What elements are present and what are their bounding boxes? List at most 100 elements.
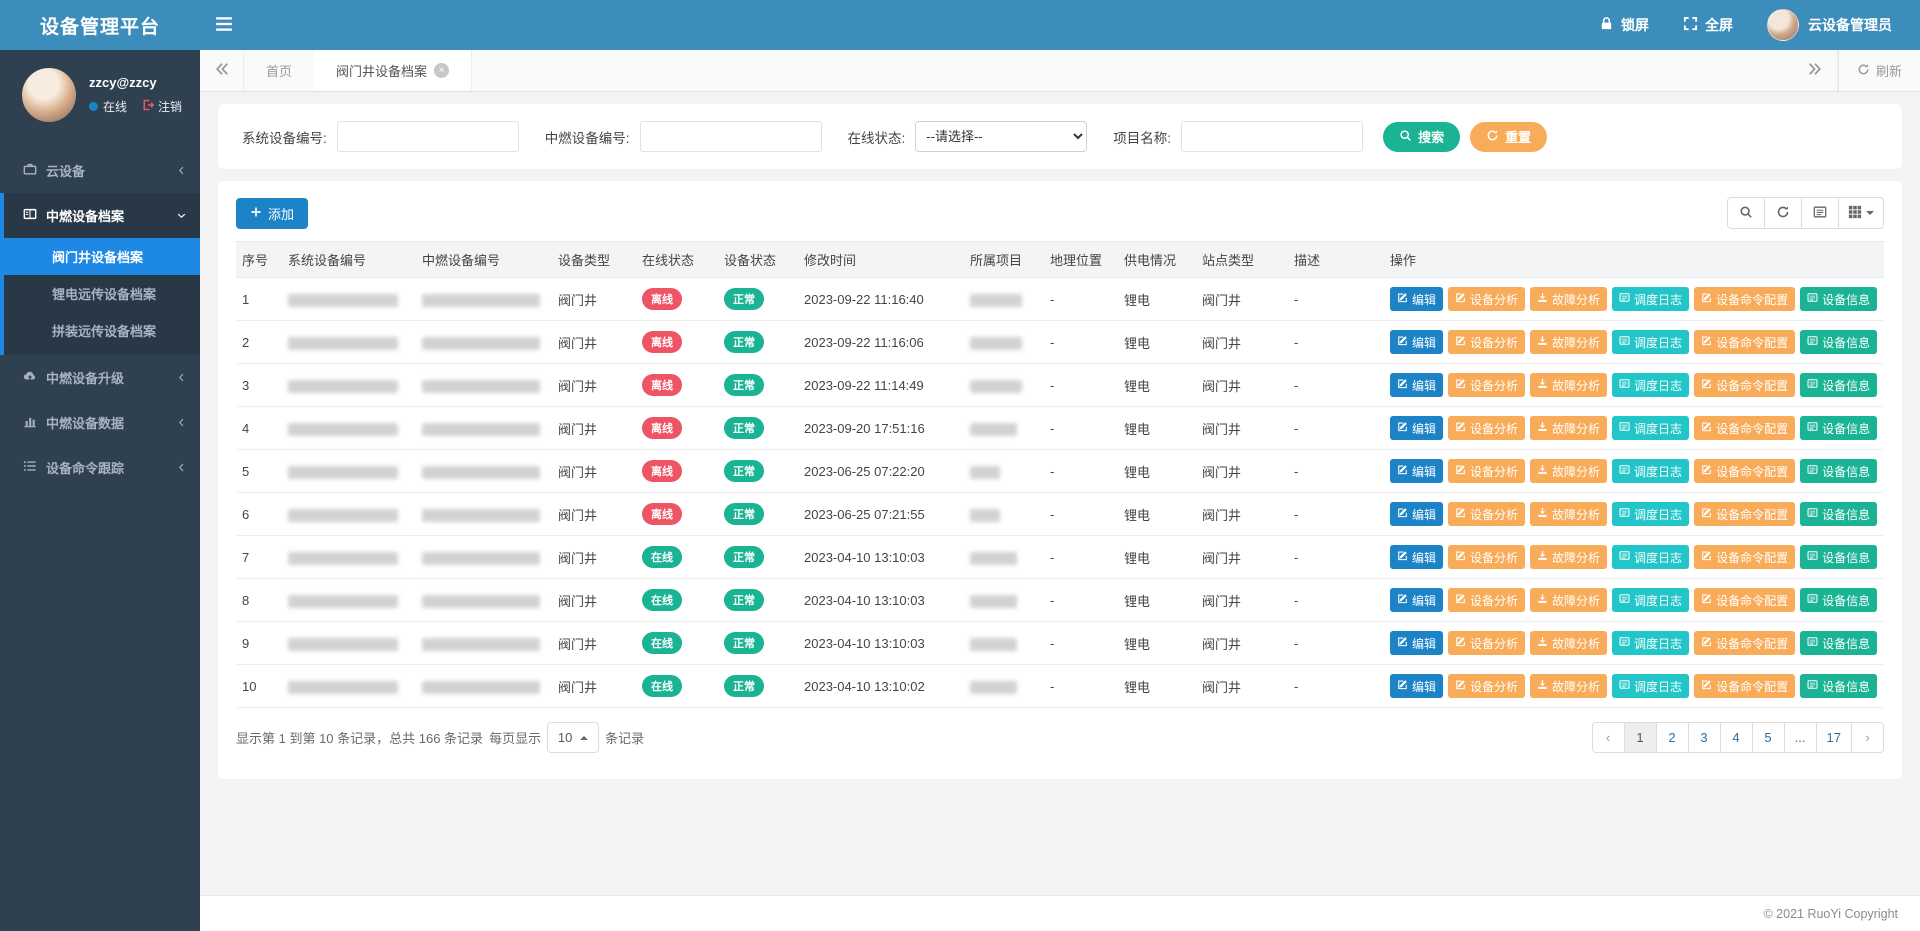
row-action-5[interactable]: 设备信息 — [1800, 674, 1877, 698]
sidebar-item-link-3[interactable]: 中燃设备数据 — [0, 400, 200, 445]
row-action-2[interactable]: 故障分析 — [1530, 373, 1607, 397]
row-action-1[interactable]: 设备分析 — [1448, 674, 1525, 698]
row-action-3[interactable]: 调度日志 — [1612, 502, 1689, 526]
row-action-4[interactable]: 设备命令配置 — [1694, 416, 1795, 440]
refresh-tab-button[interactable]: 刷新 — [1838, 50, 1920, 91]
column-header[interactable]: 中燃设备编号 — [416, 242, 552, 278]
row-action-0[interactable]: 编辑 — [1390, 545, 1443, 569]
row-action-4[interactable]: 设备命令配置 — [1694, 459, 1795, 483]
row-action-5[interactable]: 设备信息 — [1800, 416, 1877, 440]
page-button-5[interactable]: 5 — [1752, 722, 1785, 753]
row-action-2[interactable]: 故障分析 — [1530, 674, 1607, 698]
page-button-2[interactable]: 2 — [1656, 722, 1689, 753]
reset-button[interactable]: 重置 — [1470, 122, 1547, 152]
tabs-scroll-right-button[interactable] — [1794, 50, 1838, 91]
row-action-4[interactable]: 设备命令配置 — [1694, 502, 1795, 526]
row-action-5[interactable]: 设备信息 — [1800, 545, 1877, 569]
row-action-2[interactable]: 故障分析 — [1530, 545, 1607, 569]
row-action-2[interactable]: 故障分析 — [1530, 459, 1607, 483]
row-action-4[interactable]: 设备命令配置 — [1694, 545, 1795, 569]
row-action-1[interactable]: 设备分析 — [1448, 588, 1525, 612]
row-action-1[interactable]: 设备分析 — [1448, 631, 1525, 655]
row-action-2[interactable]: 故障分析 — [1530, 502, 1607, 526]
sidebar-item-link-4[interactable]: 设备命令跟踪 — [0, 445, 200, 490]
sidebar-subitem-1-2[interactable]: 拼装远传设备档案 — [4, 312, 200, 349]
row-action-0[interactable]: 编辑 — [1390, 373, 1443, 397]
row-action-2[interactable]: 故障分析 — [1530, 330, 1607, 354]
next-page-button[interactable]: › — [1851, 722, 1884, 753]
tab-close-icon[interactable]: × — [434, 63, 449, 78]
row-action-2[interactable]: 故障分析 — [1530, 631, 1607, 655]
page-button-3[interactable]: 3 — [1688, 722, 1721, 753]
page-button-...[interactable]: ... — [1784, 722, 1817, 753]
row-action-0[interactable]: 编辑 — [1390, 674, 1443, 698]
table-row[interactable]: 1 阀门井 离线 正常 2023-09-22 11:16:40 - 锂电 阀门井… — [236, 278, 1884, 321]
row-action-3[interactable]: 调度日志 — [1612, 588, 1689, 612]
row-action-3[interactable]: 调度日志 — [1612, 330, 1689, 354]
tabs-scroll-left-button[interactable] — [200, 50, 244, 91]
table-row[interactable]: 6 阀门井 离线 正常 2023-06-25 07:21:55 - 锂电 阀门井… — [236, 493, 1884, 536]
column-header[interactable]: 设备类型 — [552, 242, 636, 278]
column-header[interactable]: 在线状态 — [636, 242, 718, 278]
table-search-toggle-button[interactable] — [1727, 197, 1765, 229]
table-row[interactable]: 3 阀门井 离线 正常 2023-09-22 11:14:49 - 锂电 阀门井… — [236, 364, 1884, 407]
row-action-4[interactable]: 设备命令配置 — [1694, 373, 1795, 397]
fullscreen-button[interactable]: 全屏 — [1683, 15, 1733, 35]
row-action-4[interactable]: 设备命令配置 — [1694, 287, 1795, 311]
table-row[interactable]: 4 阀门井 离线 正常 2023-09-20 17:51:16 - 锂电 阀门井… — [236, 407, 1884, 450]
column-header[interactable]: 操作 — [1384, 242, 1884, 278]
row-action-5[interactable]: 设备信息 — [1800, 631, 1877, 655]
column-header[interactable]: 修改时间 — [798, 242, 964, 278]
table-row[interactable]: 7 阀门井 在线 正常 2023-04-10 13:10:03 - 锂电 阀门井… — [236, 536, 1884, 579]
column-header[interactable]: 所属项目 — [964, 242, 1044, 278]
row-action-5[interactable]: 设备信息 — [1800, 502, 1877, 526]
table-columns-button[interactable] — [1838, 197, 1884, 229]
page-button-17[interactable]: 17 — [1816, 722, 1852, 753]
row-action-0[interactable]: 编辑 — [1390, 459, 1443, 483]
row-action-3[interactable]: 调度日志 — [1612, 545, 1689, 569]
table-refresh-button[interactable] — [1764, 197, 1802, 229]
column-header[interactable]: 设备状态 — [718, 242, 798, 278]
row-action-5[interactable]: 设备信息 — [1800, 287, 1877, 311]
row-action-0[interactable]: 编辑 — [1390, 416, 1443, 440]
table-row[interactable]: 5 阀门井 离线 正常 2023-06-25 07:22:20 - 锂电 阀门井… — [236, 450, 1884, 493]
page-button-4[interactable]: 4 — [1720, 722, 1753, 753]
tab-home[interactable]: 首页 — [244, 50, 314, 91]
row-action-1[interactable]: 设备分析 — [1448, 287, 1525, 311]
row-action-0[interactable]: 编辑 — [1390, 631, 1443, 655]
row-action-2[interactable]: 故障分析 — [1530, 416, 1607, 440]
row-action-3[interactable]: 调度日志 — [1612, 373, 1689, 397]
prev-page-button[interactable]: ‹ — [1592, 722, 1625, 753]
row-action-1[interactable]: 设备分析 — [1448, 373, 1525, 397]
row-action-1[interactable]: 设备分析 — [1448, 459, 1525, 483]
sidebar-item-link-2[interactable]: 中燃设备升级 — [0, 355, 200, 400]
table-detail-view-button[interactable] — [1801, 197, 1839, 229]
sidebar-toggle-button[interactable] — [200, 0, 248, 50]
column-header[interactable]: 描述 — [1288, 242, 1384, 278]
row-action-1[interactable]: 设备分析 — [1448, 416, 1525, 440]
row-action-0[interactable]: 编辑 — [1390, 588, 1443, 612]
lock-screen-button[interactable]: 锁屏 — [1599, 15, 1649, 35]
row-action-3[interactable]: 调度日志 — [1612, 416, 1689, 440]
row-action-3[interactable]: 调度日志 — [1612, 674, 1689, 698]
search-button[interactable]: 搜索 — [1383, 122, 1460, 152]
sidebar-item-link-1[interactable]: 中燃设备档案 — [4, 193, 200, 238]
row-action-1[interactable]: 设备分析 — [1448, 502, 1525, 526]
row-action-3[interactable]: 调度日志 — [1612, 459, 1689, 483]
sidebar-avatar[interactable] — [22, 68, 76, 122]
row-action-4[interactable]: 设备命令配置 — [1694, 631, 1795, 655]
page-size-select[interactable]: 10 — [547, 722, 599, 753]
column-header[interactable]: 序号 — [236, 242, 282, 278]
table-row[interactable]: 10 阀门井 在线 正常 2023-04-10 13:10:02 - 锂电 阀门… — [236, 665, 1884, 708]
row-action-5[interactable]: 设备信息 — [1800, 330, 1877, 354]
column-header[interactable]: 地理位置 — [1044, 242, 1118, 278]
table-row[interactable]: 9 阀门井 在线 正常 2023-04-10 13:10:03 - 锂电 阀门井… — [236, 622, 1884, 665]
row-action-2[interactable]: 故障分析 — [1530, 588, 1607, 612]
row-action-5[interactable]: 设备信息 — [1800, 588, 1877, 612]
column-header[interactable]: 站点类型 — [1196, 242, 1288, 278]
sidebar-item-link-0[interactable]: 云设备 — [0, 148, 200, 193]
column-header[interactable]: 供电情况 — [1118, 242, 1196, 278]
row-action-1[interactable]: 设备分析 — [1448, 545, 1525, 569]
online-state-select[interactable]: --请选择-- — [915, 121, 1087, 152]
sys-no-input[interactable] — [337, 121, 519, 152]
